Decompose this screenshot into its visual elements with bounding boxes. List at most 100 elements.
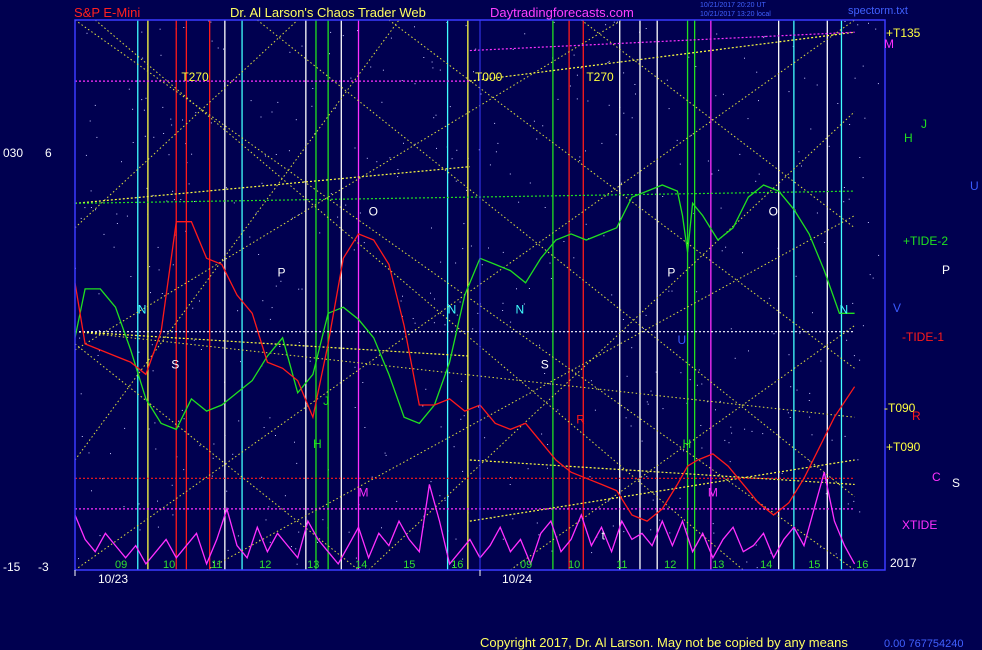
- star-dot: [223, 48, 224, 50]
- star-dot: [103, 233, 105, 235]
- star-dot: [371, 476, 373, 478]
- star-dot: [497, 142, 499, 144]
- star-dot: [525, 331, 527, 333]
- star-dot: [707, 160, 709, 162]
- star-dot: [816, 84, 818, 86]
- star-dot: [80, 393, 82, 395]
- star-dot: [311, 105, 313, 107]
- star-dot: [364, 427, 366, 428]
- star-dot: [396, 500, 398, 502]
- star-dot: [319, 232, 321, 234]
- star-dot: [650, 390, 652, 392]
- star-dot: [370, 66, 372, 68]
- star-dot: [744, 57, 745, 59]
- left-scale-top: 030: [3, 146, 23, 160]
- right-label-s: S: [952, 476, 960, 490]
- star-dot: [363, 242, 365, 244]
- star-dot: [90, 207, 92, 208]
- hour-tick-label: 14: [760, 559, 772, 571]
- hour-tick-label: 16: [451, 559, 463, 571]
- star-dot: [607, 62, 609, 64]
- star-dot: [650, 529, 652, 531]
- star-dot: [623, 112, 625, 114]
- star-dot: [280, 280, 282, 282]
- star-dot: [625, 417, 627, 419]
- star-dot: [269, 318, 271, 320]
- star-dot: [90, 190, 92, 192]
- star-dot: [462, 470, 464, 472]
- star-dot: [296, 462, 298, 464]
- star-dot: [194, 201, 196, 202]
- right-label-v: V: [893, 301, 901, 315]
- star-dot: [157, 526, 159, 528]
- star-dot: [269, 417, 271, 419]
- right-label--tide-1: -TIDE-1: [902, 330, 944, 344]
- star-dot: [875, 28, 877, 30]
- star-dot: [528, 288, 530, 289]
- star-dot: [828, 145, 830, 147]
- star-dot: [154, 422, 156, 424]
- star-dot: [170, 118, 172, 120]
- star-dot: [809, 460, 811, 462]
- chart-label-u: U: [677, 333, 686, 347]
- star-dot: [536, 522, 538, 524]
- star-dot: [275, 154, 277, 155]
- right-label-u: U: [970, 179, 979, 193]
- star-dot: [688, 56, 690, 58]
- star-dot: [662, 196, 664, 197]
- star-dot: [157, 500, 158, 502]
- star-dot: [171, 124, 173, 126]
- star-dot: [330, 193, 332, 195]
- star-dot: [721, 250, 723, 252]
- star-dot: [178, 420, 180, 422]
- star-dot: [859, 157, 861, 158]
- hour-tick-label: 14: [355, 559, 367, 571]
- star-dot: [402, 295, 403, 297]
- star-dot: [668, 108, 670, 110]
- star-dot: [867, 222, 869, 223]
- header-site-link[interactable]: Daytradingforecasts.com: [490, 5, 634, 20]
- header-file: spectorm.txt: [848, 5, 908, 17]
- chart-label-s: S: [541, 357, 549, 371]
- star-dot: [527, 468, 529, 470]
- star-dot: [795, 275, 797, 277]
- star-dot: [700, 425, 702, 426]
- star-dot: [172, 514, 174, 516]
- star-dot: [854, 77, 856, 79]
- star-dot: [647, 403, 649, 405]
- star-dot: [414, 26, 415, 28]
- star-dot: [631, 117, 633, 119]
- star-dot: [130, 276, 132, 277]
- star-dot: [397, 176, 399, 178]
- star-dot: [868, 22, 869, 24]
- star-dot: [453, 446, 455, 448]
- star-dot: [397, 169, 399, 170]
- star-dot: [631, 347, 633, 349]
- star-dot: [84, 207, 86, 209]
- star-dot: [94, 104, 96, 106]
- star-dot: [739, 153, 741, 155]
- star-dot: [547, 467, 548, 469]
- star-dot: [444, 499, 446, 501]
- star-dot: [142, 57, 144, 59]
- star-dot: [433, 322, 435, 324]
- star-dot: [623, 531, 625, 533]
- star-dot: [804, 77, 806, 79]
- star-dot: [563, 241, 565, 242]
- star-dot: [579, 156, 581, 158]
- star-dot: [569, 85, 571, 87]
- chart-label-t270: T270: [181, 70, 209, 84]
- star-dot: [381, 527, 382, 529]
- star-dot: [729, 461, 731, 463]
- star-dot: [345, 204, 347, 206]
- hour-tick-label: 09: [115, 559, 127, 571]
- star-dot: [431, 61, 433, 63]
- right-label-h: H: [904, 131, 913, 145]
- star-dot: [200, 349, 202, 350]
- star-dot: [645, 314, 647, 316]
- star-dot: [549, 262, 551, 264]
- star-dot: [291, 546, 292, 547]
- star-dot: [460, 418, 462, 420]
- header-stamp-ut: 10/21/2017 20:20 UT: [700, 2, 766, 9]
- star-dot: [124, 427, 126, 429]
